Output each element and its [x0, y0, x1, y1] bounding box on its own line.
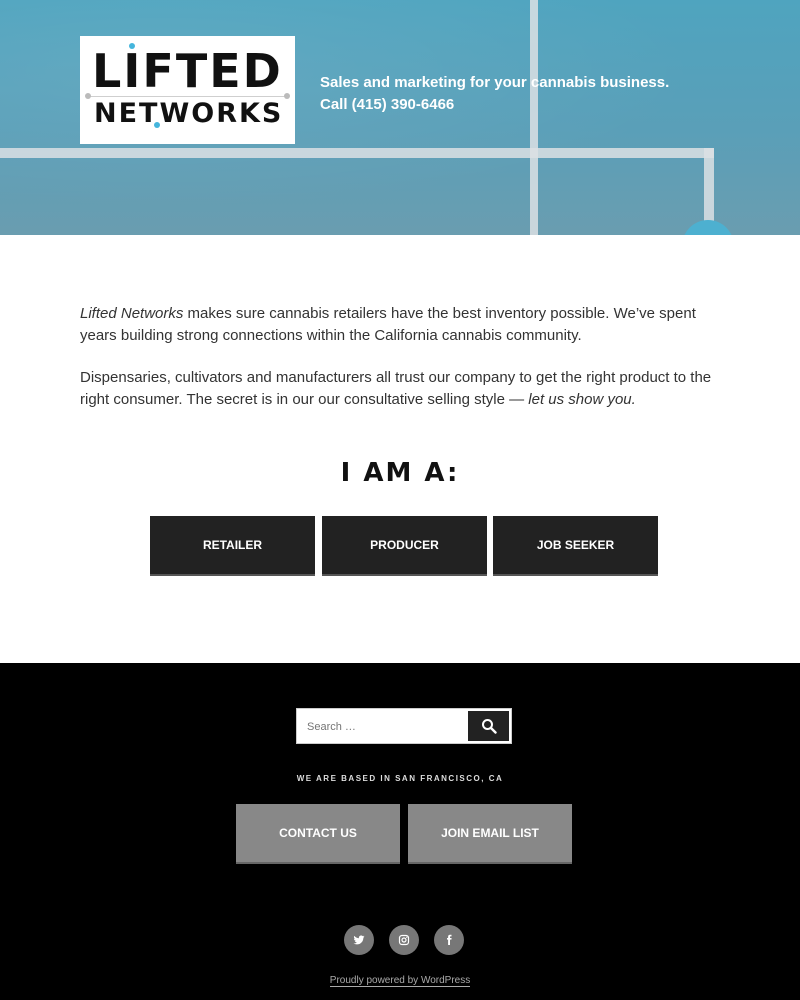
logo-text-networks: NETWORKS [94, 98, 284, 129]
join-email-list-button[interactable]: JOIN EMAIL LIST [408, 804, 572, 864]
site-description: Sales and marketing for your cannabis bu… [320, 72, 740, 116]
site-footer: WE ARE BASED IN SAN FRANCISCO, CA CONTAC… [0, 663, 800, 1000]
intro-paragraph-2: Dispensaries, cultivators and manufactur… [80, 367, 720, 411]
tagline-text: Sales and marketing for your cannabis bu… [320, 74, 670, 91]
role-choice-buttons: RETAILER PRODUCER JOB SEEKER [150, 516, 660, 576]
logo-text-lifted: LIFTED [92, 44, 283, 98]
powered-by-wordpress-link[interactable]: Proudly powered by WordPress [329, 975, 471, 987]
twitter-icon [353, 935, 365, 945]
job-seeker-button[interactable]: JOB SEEKER [493, 516, 658, 576]
search-form [296, 708, 512, 744]
logo-node-dot [85, 93, 91, 99]
header-decorative-line [0, 148, 714, 158]
producer-button[interactable]: PRODUCER [322, 516, 487, 576]
search-input[interactable] [305, 717, 469, 737]
header-decorative-line [530, 0, 538, 235]
i-am-a-heading: I AM A: [340, 458, 460, 488]
company-name-emphasis: Lifted Networks [80, 305, 184, 322]
location-text: WE ARE BASED IN SAN FRANCISCO, CA [296, 774, 504, 783]
search-icon [481, 719, 497, 734]
instagram-icon [398, 934, 410, 946]
facebook-link[interactable] [434, 925, 464, 955]
contact-us-button[interactable]: CONTACT US [236, 804, 400, 864]
instagram-link[interactable] [389, 925, 419, 955]
twitter-link[interactable] [344, 925, 374, 955]
intro-content: Lifted Networks makes sure cannabis reta… [80, 303, 720, 431]
facebook-icon [447, 934, 452, 945]
search-button[interactable] [468, 711, 509, 741]
phone-number: Call (415) 390-6466 [320, 96, 455, 113]
intro-paragraph-1: Lifted Networks makes sure cannabis reta… [80, 303, 720, 347]
site-header: LIFTED NETWORKS Sales and marketing for … [0, 0, 800, 235]
header-decorative-line [704, 148, 714, 228]
retailer-button[interactable]: RETAILER [150, 516, 315, 576]
let-us-show-you-emphasis: let us show you. [528, 391, 636, 408]
site-logo[interactable]: LIFTED NETWORKS [80, 36, 295, 144]
powered-by: Proudly powered by WordPress [0, 970, 800, 988]
